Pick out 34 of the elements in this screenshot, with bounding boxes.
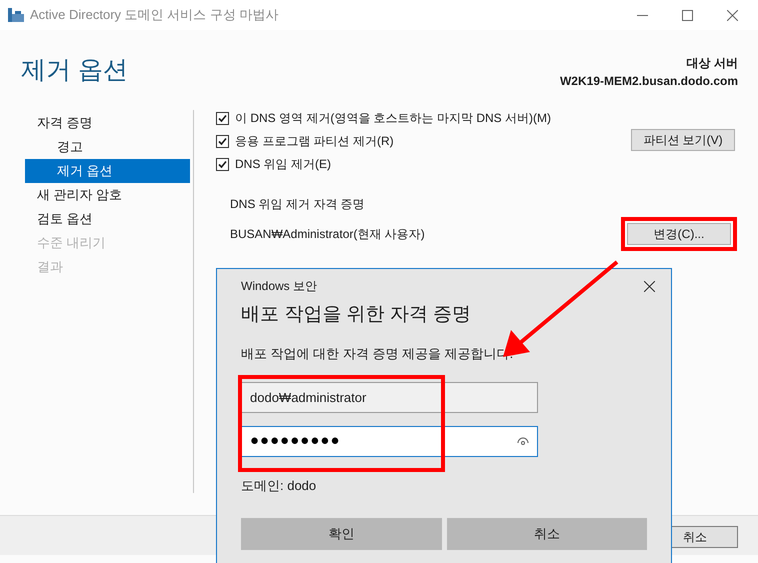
target-server: W2K19-MEM2.busan.dodo.com [560,73,738,90]
target-label: 대상 서버 [686,55,738,72]
checkbox-label: 이 DNS 영역 제거(영역을 호스트하는 마지막 DNS 서버)(M) [235,110,551,127]
checkbox[interactable] [216,158,229,170]
window-title: Active Directory 도메인 서비스 구성 마법사 [30,6,278,24]
checkbox[interactable] [216,134,229,148]
view-partitions-button[interactable]: 파티션 보기(V) [631,129,735,151]
change-button[interactable]: 변경(C)... [627,223,731,245]
check-icon [218,114,227,122]
credentials-label: DNS 위임 제거 자격 증명 [230,196,366,213]
close-icon[interactable] [727,10,738,20]
check-icon [218,136,227,146]
username-field[interactable]: dodo₩administrator [241,382,538,413]
eye-icon[interactable] [517,437,529,446]
dialog-heading: 배포 작업을 위한 자격 증명 [241,303,472,327]
domain-label: 도메인: dodo [241,477,318,495]
sidebar-item[interactable]: 새 관리자 암호 [25,183,190,207]
sidebar-item[interactable]: 자격 증명 [25,111,190,135]
sidebar-item[interactable]: 경고 [25,135,190,159]
checkbox-label: 응용 프로그램 파티션 제거(R) [235,133,394,150]
check-icon [218,160,227,168]
sidebar-item[interactable]: 검토 옵션 [25,207,190,231]
ok-button[interactable]: 확인 [241,518,442,550]
page-heading: 제거 옵션 [21,55,128,86]
close-icon[interactable] [644,280,655,292]
checkbox-label: DNS 위임 제거(E) [235,156,331,173]
maximize-icon[interactable] [682,10,693,20]
sidebar-item[interactable]: 제거 옵션 [25,159,190,183]
dialog-title: Windows 보안 [241,278,318,295]
cancel-button[interactable]: 취소 [446,518,647,550]
credentials-user: BUSAN₩Administrator(현재 사용자) [230,226,425,243]
app-icon [8,8,24,22]
checkbox[interactable] [216,112,229,124]
password-field[interactable]: ●●●●●●●●● [241,426,538,457]
